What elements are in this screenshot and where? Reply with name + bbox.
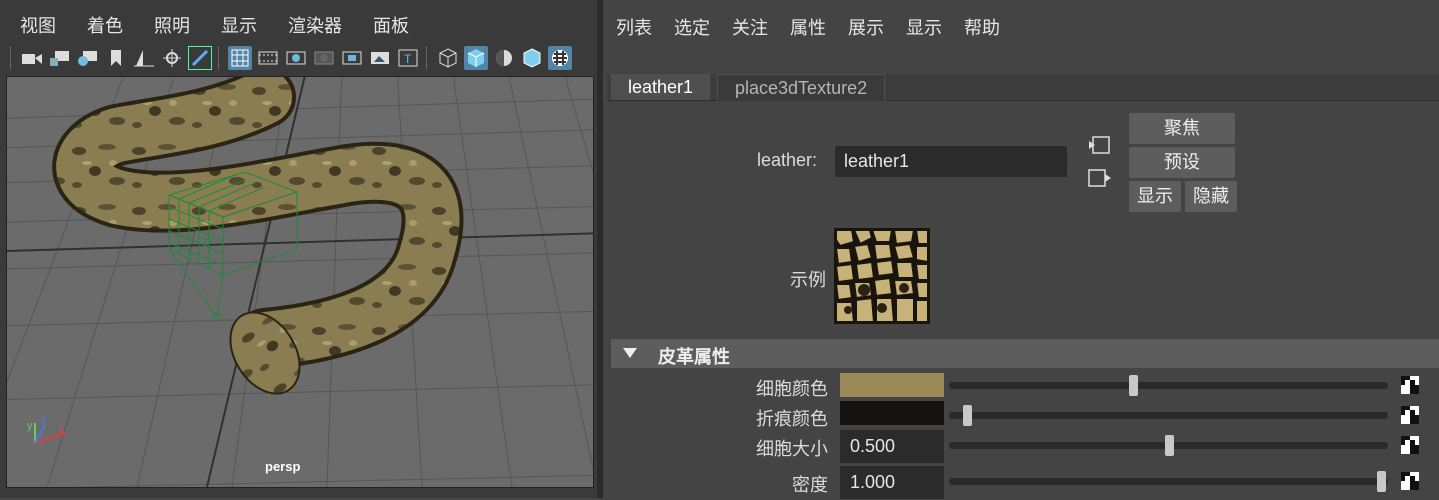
attr-row-crease-color: 折痕颜色 bbox=[603, 400, 1439, 434]
show-button[interactable]: 显示 bbox=[1129, 181, 1181, 212]
safe-action-icon[interactable] bbox=[368, 46, 392, 70]
cell-color-slider-handle[interactable] bbox=[1129, 375, 1139, 396]
attribute-editor-menu-bar: 列表 选定 关注 属性 展示 显示 帮助 bbox=[603, 14, 1009, 40]
menu-help[interactable]: 帮助 bbox=[964, 14, 1000, 40]
menu-view[interactable]: 视图 bbox=[0, 6, 67, 36]
menu-show-menu[interactable]: 展示 bbox=[848, 14, 884, 40]
attr-row-cell-size: 细胞大小 0.500 bbox=[603, 430, 1439, 464]
menu-display[interactable]: 显示 bbox=[906, 14, 942, 40]
node-type-label: leather: bbox=[757, 150, 818, 170]
leather-attributes-section[interactable]: 皮革属性 bbox=[611, 339, 1439, 368]
map-texture-icon[interactable] bbox=[1401, 406, 1419, 424]
3d-viewport[interactable]: x y z persp bbox=[6, 76, 594, 488]
crease-color-slider-handle[interactable] bbox=[962, 405, 972, 426]
map-texture-icon[interactable] bbox=[1401, 376, 1419, 394]
resolution-gate-icon[interactable] bbox=[284, 46, 308, 70]
snap-move-icon[interactable] bbox=[160, 46, 184, 70]
viewport-menu-bar: 视图 着色 照明 显示 渲染器 面板 bbox=[0, 6, 420, 36]
menu-lighting[interactable]: 照明 bbox=[134, 6, 201, 36]
cell-color-label: 细胞颜色 bbox=[756, 379, 828, 399]
cell-size-slider[interactable] bbox=[949, 435, 1388, 456]
field-chart-icon[interactable] bbox=[340, 46, 364, 70]
node-tabs: leather1 place3dTexture2 bbox=[607, 74, 1439, 101]
tab-leather1[interactable]: leather1 bbox=[611, 74, 711, 100]
presets-button[interactable]: 预设 bbox=[1129, 147, 1235, 178]
menu-renderer[interactable]: 渲染器 bbox=[268, 6, 353, 36]
svg-text:T: T bbox=[404, 52, 412, 66]
leather-sample-swatch bbox=[834, 228, 930, 324]
attr-row-density: 密度 1.000 bbox=[603, 466, 1439, 500]
grid-icon[interactable] bbox=[228, 46, 252, 70]
collapse-arrow-icon[interactable] bbox=[623, 348, 637, 358]
attribute-editor: 列表 选定 关注 属性 展示 显示 帮助 leather1 place3dTex… bbox=[603, 0, 1439, 500]
cell-color-slider[interactable] bbox=[949, 375, 1388, 396]
output-connections-icon[interactable] bbox=[1087, 167, 1113, 189]
menu-shading[interactable]: 着色 bbox=[67, 6, 134, 36]
focus-button[interactable]: 聚焦 bbox=[1129, 113, 1235, 144]
gate-mask-icon[interactable] bbox=[312, 46, 336, 70]
tab-place3dtexture2[interactable]: place3dTexture2 bbox=[717, 74, 886, 101]
viewport-toolbar: T bbox=[8, 42, 592, 74]
axis-z-label: z bbox=[41, 414, 47, 426]
film-gate-icon[interactable] bbox=[256, 46, 280, 70]
camera-name-label: persp bbox=[265, 459, 301, 474]
hide-button[interactable]: 隐藏 bbox=[1185, 181, 1237, 212]
textured-icon[interactable] bbox=[548, 46, 572, 70]
density-label: 密度 bbox=[792, 475, 828, 495]
axis-y-label: y bbox=[27, 420, 33, 432]
crease-color-swatch[interactable] bbox=[840, 401, 944, 425]
viewport-scene: x y z bbox=[7, 77, 593, 487]
density-field[interactable]: 1.000 bbox=[840, 466, 944, 499]
density-slider[interactable] bbox=[949, 471, 1388, 492]
cell-size-slider-handle[interactable] bbox=[1164, 435, 1174, 456]
node-name-field[interactable]: leather1 bbox=[835, 146, 1067, 177]
section-title: 皮革属性 bbox=[658, 347, 730, 367]
menu-show[interactable]: 显示 bbox=[201, 6, 268, 36]
sample-label: 示例 bbox=[790, 270, 826, 290]
menu-panels[interactable]: 面板 bbox=[353, 6, 420, 36]
image-plane-icon[interactable] bbox=[132, 46, 156, 70]
grease-pencil-icon[interactable] bbox=[188, 46, 212, 70]
map-texture-icon[interactable] bbox=[1401, 472, 1419, 490]
camera-icon[interactable] bbox=[20, 46, 44, 70]
cell-color-swatch[interactable] bbox=[840, 373, 944, 397]
bookmark-icon[interactable] bbox=[104, 46, 128, 70]
cell-size-field[interactable]: 0.500 bbox=[840, 430, 944, 463]
crease-color-label: 折痕颜色 bbox=[756, 409, 828, 429]
camera-attributes-icon[interactable] bbox=[76, 46, 100, 70]
axis-x-label: x bbox=[59, 424, 65, 436]
menu-selected[interactable]: 选定 bbox=[674, 14, 710, 40]
attr-row-cell-color: 细胞颜色 bbox=[603, 370, 1439, 404]
lock-camera-icon[interactable] bbox=[48, 46, 72, 70]
safe-title-icon[interactable]: T bbox=[396, 46, 420, 70]
smooth-shade-icon[interactable] bbox=[464, 46, 488, 70]
density-slider-handle[interactable] bbox=[1377, 471, 1387, 492]
crease-color-slider[interactable] bbox=[949, 405, 1388, 426]
menu-focus[interactable]: 关注 bbox=[732, 14, 768, 40]
wireframe-on-shaded-icon[interactable] bbox=[520, 46, 544, 70]
input-connections-icon[interactable] bbox=[1087, 134, 1113, 156]
wireframe-icon[interactable] bbox=[436, 46, 460, 70]
viewport-panel: 视图 着色 照明 显示 渲染器 面板 T x y z persp bbox=[0, 0, 597, 498]
map-texture-icon[interactable] bbox=[1401, 436, 1419, 454]
menu-attributes[interactable]: 属性 bbox=[790, 14, 826, 40]
default-material-icon[interactable] bbox=[492, 46, 516, 70]
cell-size-label: 细胞大小 bbox=[756, 439, 828, 459]
menu-list[interactable]: 列表 bbox=[616, 14, 652, 40]
